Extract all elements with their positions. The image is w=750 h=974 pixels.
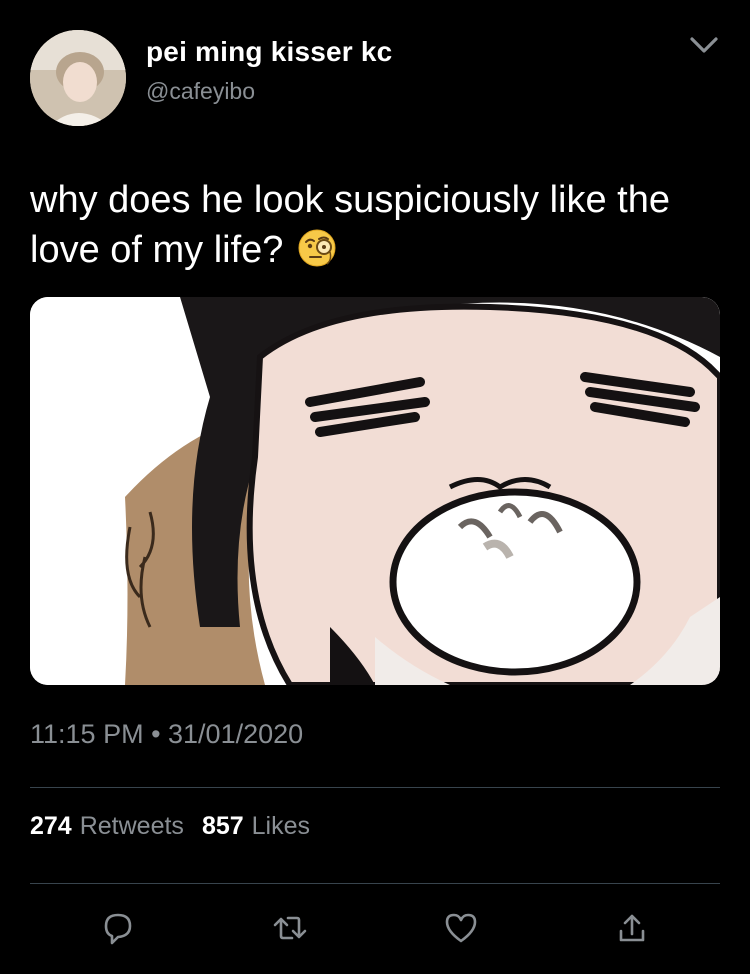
more-options-chevron-down-icon[interactable] bbox=[686, 30, 722, 60]
user-handle[interactable]: @cafeyibo bbox=[146, 78, 255, 105]
tweet-stats: 274 Retweets 857 Likes bbox=[30, 812, 310, 841]
retweets-label[interactable]: Retweets bbox=[80, 812, 184, 840]
display-name[interactable]: pei ming kisser kc bbox=[146, 36, 392, 68]
profile-photo-icon bbox=[30, 30, 126, 126]
retweets-count[interactable]: 274 bbox=[30, 812, 72, 840]
face-with-monocle-emoji-icon bbox=[297, 228, 337, 268]
chibi-cartoon-eating-bun-icon bbox=[30, 297, 720, 685]
tweet-timestamp[interactable]: 11:15 PM • 31/01/2020 bbox=[30, 719, 303, 750]
avatar[interactable] bbox=[30, 30, 126, 126]
share-icon[interactable] bbox=[612, 908, 652, 948]
likes-count[interactable]: 857 bbox=[202, 812, 244, 840]
tweet-text: why does he look suspiciously like the l… bbox=[30, 175, 720, 275]
likes-label[interactable]: Likes bbox=[252, 812, 310, 840]
tweet-media-image[interactable] bbox=[30, 297, 720, 685]
reply-icon[interactable] bbox=[98, 908, 138, 948]
like-icon[interactable] bbox=[441, 908, 481, 948]
divider bbox=[30, 787, 720, 788]
divider bbox=[30, 883, 720, 884]
tweet-body: why does he look suspiciously like the l… bbox=[30, 179, 671, 271]
retweet-icon[interactable] bbox=[270, 908, 310, 948]
